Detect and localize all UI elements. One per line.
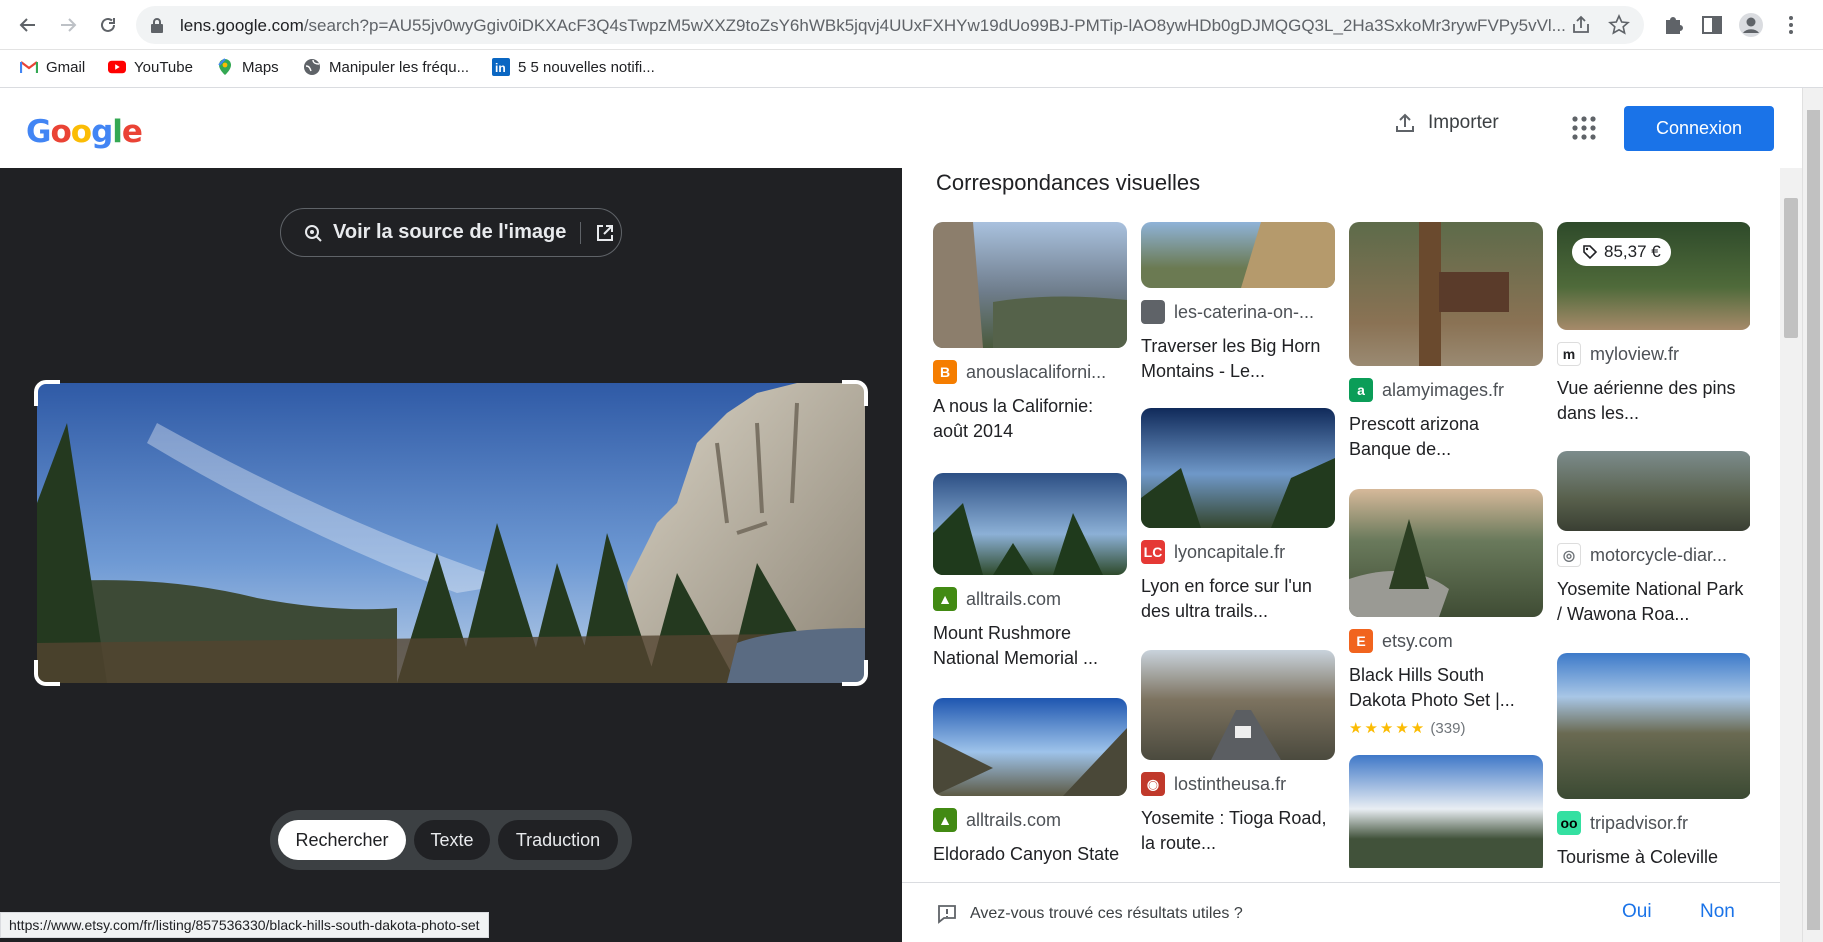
result-thumbnail [1349,222,1543,366]
linkedin-icon: in [492,58,510,76]
extensions-icon[interactable] [1660,12,1686,38]
motorcycle-diaries-icon: ◎ [1557,543,1581,567]
bookmark-youtube[interactable]: YouTube [108,58,193,76]
alamy-icon: a [1349,378,1373,402]
results-pane: Correspondances visuelles Banouslacalifo… [902,168,1802,942]
scrollbar-thumb[interactable] [1807,110,1820,930]
bookmarks-bar: Gmail YouTube Maps Manipuler les fréqu..… [0,50,1823,88]
result-thumbnail [933,473,1127,575]
lyoncapitale-icon: LC [1141,540,1165,564]
result-card[interactable]: ▲ alltrails.com Mount Rushmore National M… [933,473,1127,671]
tripadvisor-icon: oo [1557,811,1581,835]
forward-icon[interactable] [52,9,84,41]
google-header: Google Importer Connexion [0,88,1823,168]
back-icon[interactable] [12,9,44,41]
crop-handle-top-left[interactable] [34,380,60,406]
feedback-icon [938,905,956,924]
signin-button[interactable]: Connexion [1624,106,1774,151]
lens-image-pane: Voir la source de l'image Rechercher Tex… [0,168,902,942]
result-card[interactable]: les-caterina-on-... Traverser les Big Ho… [1141,222,1335,384]
result-thumbnail [1349,755,1543,868]
profile-avatar-icon[interactable] [1738,12,1764,38]
bookmark-gmail[interactable]: Gmail [20,58,85,76]
bookmark-star-icon[interactable] [1608,14,1630,36]
status-bar-url: https://www.etsy.com/fr/listing/85753633… [0,912,489,938]
result-thumbnail [1141,408,1335,528]
upload-icon [1396,113,1414,132]
result-card[interactable]: ◎ motorcycle-diar... Yosemite National Pa… [1557,451,1750,627]
site-favicon-icon [1141,300,1165,324]
address-bar[interactable]: lens.google.com/search?p=AU55jv0wyGgiv0i… [136,6,1644,44]
svg-text:in: in [495,61,506,75]
scrollbar-thumb[interactable] [1784,198,1798,338]
reload-icon[interactable] [92,9,124,41]
share-icon[interactable] [1570,14,1592,36]
result-card[interactable]: ▲alltrails.com Eldorado Canyon State Par… [933,698,1127,868]
bookmark-manipuler[interactable]: Manipuler les fréqu... [303,58,469,76]
result-card[interactable]: Banouslacaliforni... A nous la Californi… [933,222,1127,444]
result-card[interactable]: LC lyoncapitale.fr Lyon en force sur l'un… [1141,408,1335,624]
visual-matches-grid: Banouslacaliforni... A nous la Californi… [930,222,1750,868]
feedback-yes-button[interactable]: Oui [1622,901,1652,923]
bookmark-linkedin[interactable]: in 5 5 nouvelles notifi... [492,58,655,76]
result-card[interactable]: 85,37 € m myloview.fr Vue aérienne des pi… [1557,222,1750,426]
open-external-icon [597,224,614,241]
mode-text-button[interactable]: Texte [414,820,490,860]
etsy-icon: E [1349,629,1373,653]
globe-icon [303,58,321,76]
blogger-icon: B [933,360,957,384]
feedback-bar: Avez-vous trouvé ces résultats utiles ? … [902,882,1802,942]
result-thumbnail [1349,489,1543,617]
apps-grid-icon[interactable] [1570,114,1598,142]
youtube-icon [108,58,126,76]
feedback-no-button[interactable]: Non [1700,901,1735,923]
result-thumbnail [933,698,1127,796]
price-tag-icon [1583,245,1598,260]
result-thumbnail [1141,222,1335,288]
result-thumbnail [1141,650,1335,760]
lens-search-icon [305,224,322,242]
result-card[interactable]: a alamyimages.fr Prescott arizona Banque … [1349,222,1543,462]
result-thumbnail: 85,37 € [1557,222,1750,330]
result-thumbnail [1557,451,1750,531]
url-text: lens.google.com/search?p=AU55jv0wyGgiv0i… [180,16,1566,35]
browser-toolbar: lens.google.com/search?p=AU55jv0wyGgiv0i… [0,0,1823,50]
google-logo[interactable]: Google [26,114,143,150]
visual-matches-heading: Correspondances visuelles [936,170,1201,195]
crop-handle-top-right[interactable] [842,380,868,406]
crop-handle-bottom-right[interactable] [842,660,868,686]
lens-mode-switcher: Rechercher Texte Traduction [270,810,632,870]
gmail-icon [20,58,38,76]
result-card[interactable]: ◉ lostintheusa.fr Yosemite : Tioga Road, … [1141,650,1335,856]
result-thumbnail [1557,653,1750,799]
divider [580,221,582,244]
mode-search-button[interactable]: Rechercher [278,820,406,860]
side-panel-icon[interactable] [1699,12,1725,38]
rating: ★★★★★ (339) [1349,720,1466,737]
view-image-source-button[interactable]: Voir la source de l'image [280,208,622,257]
page-scrollbar[interactable] [1802,88,1823,942]
alltrails-icon: ▲ [933,808,957,832]
crop-handle-bottom-left[interactable] [34,660,60,686]
bookmark-maps[interactable]: Maps [216,58,279,76]
import-button[interactable]: Importer [1394,112,1499,134]
results-scrollbar[interactable] [1780,168,1802,942]
alltrails-icon: ▲ [933,587,957,611]
menu-kebab-icon[interactable] [1778,12,1804,38]
price-badge: 85,37 € [1572,238,1671,266]
result-card[interactable]: Eetsy.com Black Hills South Dakota Photo… [1349,489,1543,737]
result-thumbnail [933,222,1127,348]
result-card[interactable] [1349,755,1543,868]
lock-icon [151,18,163,33]
uploaded-photo [37,383,865,683]
mode-translate-button[interactable]: Traduction [498,820,618,860]
maps-icon [216,58,234,76]
lostintheusa-icon: ◉ [1141,772,1165,796]
result-card[interactable]: ootripadvisor.fr Tourisme à Coleville 20… [1557,653,1750,868]
myloview-icon: m [1557,342,1581,366]
crop-region[interactable] [34,380,868,686]
